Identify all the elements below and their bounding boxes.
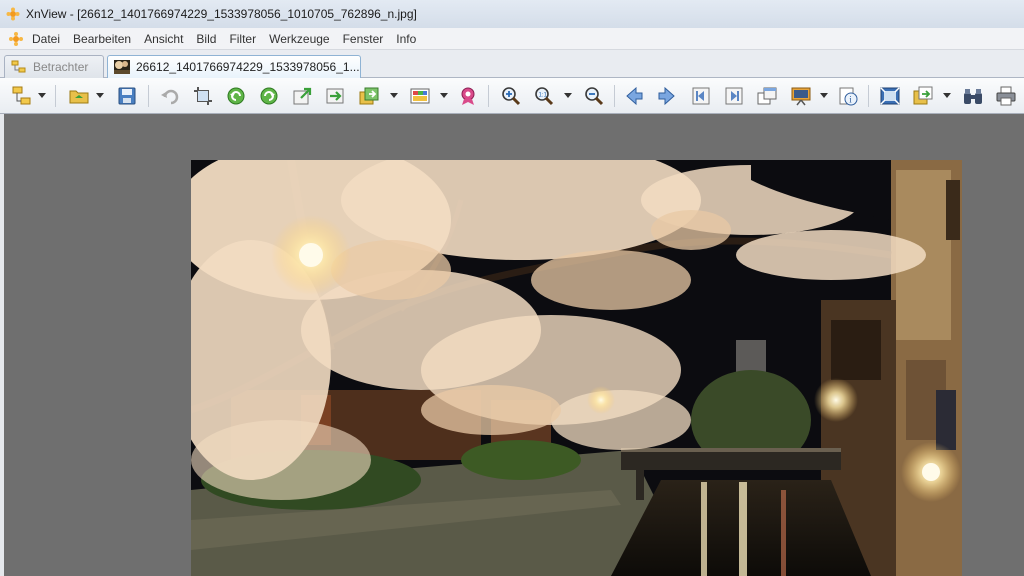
zoom-fit-icon: 1:1: [535, 87, 554, 106]
xnview-logo-icon: [6, 7, 20, 21]
undo-icon: [161, 89, 179, 105]
rotate-left-button[interactable]: [223, 83, 249, 109]
print-icon: [996, 86, 1016, 106]
print-button[interactable]: [993, 83, 1019, 109]
displayed-photo[interactable]: [191, 160, 962, 576]
zoom-fit-button[interactable]: 1:1: [531, 83, 557, 109]
menu-datei[interactable]: Datei: [32, 32, 60, 46]
rotate-right-icon: [260, 87, 278, 105]
zoom-in-button[interactable]: [498, 83, 524, 109]
import-icon: [326, 88, 344, 104]
batch-dropdown-icon[interactable]: [390, 93, 398, 99]
effects-icon: [461, 87, 475, 105]
crop-icon: [194, 87, 212, 105]
browser-tree-icon: [11, 60, 26, 73]
windows-button[interactable]: [754, 83, 780, 109]
first-icon: [692, 87, 710, 105]
next-icon: [658, 86, 675, 106]
toolbar-separator: [55, 85, 56, 107]
menu-werkzeuge[interactable]: Werkzeuge: [269, 32, 329, 46]
wallpaper-icon: [913, 86, 933, 105]
slideshow-dropdown-icon[interactable]: [820, 93, 828, 99]
previous-button[interactable]: [621, 83, 647, 109]
cherry-blossom-canal-photo: [191, 160, 962, 576]
menu-bild[interactable]: Bild: [196, 32, 216, 46]
save-button[interactable]: [114, 83, 140, 109]
menu-filter[interactable]: Filter: [229, 32, 256, 46]
color-dropdown-icon[interactable]: [440, 93, 448, 99]
image-thumbnail-icon: [114, 60, 130, 74]
windows-icon: [757, 87, 777, 105]
app-menu-icon[interactable]: [8, 31, 24, 47]
tab-strip: Betrachter 26612_1401766974229_153397805…: [0, 50, 1024, 78]
wallpaper-button[interactable]: [910, 83, 936, 109]
previous-icon: [626, 86, 643, 106]
batch-button[interactable]: [356, 83, 382, 109]
browser-button[interactable]: [9, 83, 35, 109]
slideshow-button[interactable]: [788, 83, 814, 109]
zoom-out-icon: [585, 87, 604, 106]
tab-browser[interactable]: Betrachter: [4, 55, 104, 78]
slideshow-icon: [791, 87, 811, 106]
undo-button[interactable]: [157, 83, 183, 109]
title-bar: XnView - [26612_1401766974229_1533978056…: [0, 0, 1024, 28]
fullscreen-icon: [880, 87, 900, 105]
zoom-in-icon: [502, 87, 521, 106]
first-button[interactable]: [688, 83, 714, 109]
window-title: XnView - [26612_1401766974229_1533978056…: [26, 7, 417, 21]
menu-bar: Datei Bearbeiten Ansicht Bild Filter Wer…: [0, 28, 1024, 50]
open-button[interactable]: [66, 83, 92, 109]
browser-dropdown-icon[interactable]: [38, 93, 46, 99]
menu-info[interactable]: Info: [396, 32, 416, 46]
properties-icon: i: [839, 87, 858, 106]
wallpaper-dropdown-icon[interactable]: [943, 93, 951, 99]
next-button[interactable]: [654, 83, 680, 109]
color-adjust-icon: [410, 88, 430, 104]
tab-browser-label: Betrachter: [33, 60, 89, 74]
properties-button[interactable]: i: [835, 83, 861, 109]
svg-text:1:1: 1:1: [539, 93, 548, 99]
tab-image-label: 26612_1401766974229_1533978056_1...: [136, 60, 360, 74]
viewer-left-border: [0, 114, 4, 576]
find-button[interactable]: [960, 83, 986, 109]
image-viewer[interactable]: [0, 114, 1024, 576]
last-icon: [725, 87, 743, 105]
zoom-dropdown-icon[interactable]: [564, 93, 572, 99]
menu-bearbeiten[interactable]: Bearbeiten: [73, 32, 131, 46]
fullscreen-button[interactable]: [877, 83, 903, 109]
effects-button[interactable]: [455, 83, 481, 109]
browser-icon: [12, 86, 31, 105]
toolbar-separator: [868, 85, 869, 107]
rotate-left-icon: [227, 87, 245, 105]
zoom-out-button[interactable]: [581, 83, 607, 109]
save-icon: [118, 87, 136, 105]
import-button[interactable]: [322, 83, 348, 109]
open-dropdown-icon[interactable]: [96, 93, 104, 99]
rotate-right-button[interactable]: [256, 83, 282, 109]
color-adjust-button[interactable]: [407, 83, 433, 109]
crop-button[interactable]: [190, 83, 216, 109]
toolbar-separator: [488, 85, 489, 107]
tab-image[interactable]: 26612_1401766974229_1533978056_1...: [107, 55, 361, 78]
main-toolbar: 1:1 i: [0, 78, 1024, 114]
menu-fenster[interactable]: Fenster: [343, 32, 384, 46]
batch-icon: [359, 87, 379, 105]
export-icon: [293, 87, 312, 105]
open-folder-icon: [69, 90, 89, 104]
export-button[interactable]: [289, 83, 315, 109]
toolbar-separator: [614, 85, 615, 107]
find-icon: [964, 89, 982, 104]
last-button[interactable]: [721, 83, 747, 109]
menu-ansicht[interactable]: Ansicht: [144, 32, 183, 46]
toolbar-separator: [148, 85, 149, 107]
